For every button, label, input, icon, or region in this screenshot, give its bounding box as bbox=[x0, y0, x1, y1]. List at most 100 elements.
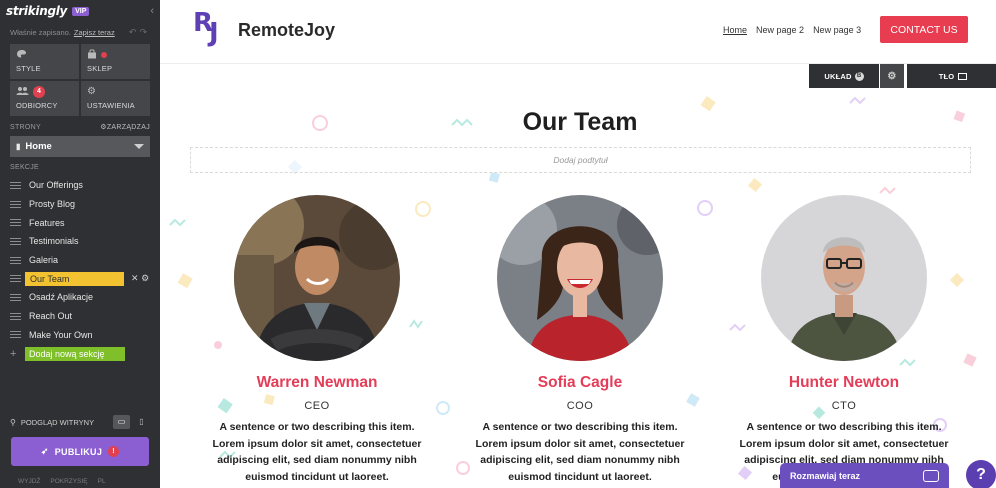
page-file-icon: ▮ bbox=[16, 142, 21, 151]
site-preview-row: ⚲ PODGLĄD WITRYNY ▭ ▯ bbox=[0, 413, 160, 431]
brand-name[interactable]: RemoteJoy bbox=[238, 20, 335, 41]
publish-button[interactable]: ➶ PUBLIKUJ ! bbox=[11, 437, 149, 466]
shop-icon bbox=[87, 49, 144, 63]
member-role[interactable]: COO bbox=[470, 400, 690, 412]
save-now-link[interactable]: Zapisz teraz bbox=[74, 28, 115, 37]
section-item[interactable]: Galeria bbox=[0, 251, 160, 270]
section-layout-toolbar: UKŁAD B ⚙ TŁO bbox=[809, 64, 996, 88]
site-navbar: RJ RemoteJoy Home New page 2 New page 3 … bbox=[160, 0, 996, 64]
save-status-text: Właśnie zapisano. bbox=[10, 27, 71, 37]
editor-sidebar: strikingly VIP ‹ Właśnie zapisano. Zapis… bbox=[0, 0, 160, 488]
plus-icon: + bbox=[10, 347, 17, 360]
chat-bubble-icon bbox=[923, 469, 939, 482]
layout-button[interactable]: UKŁAD B bbox=[809, 64, 879, 88]
shop-tile-label: SKLEP bbox=[87, 64, 113, 73]
background-label: TŁO bbox=[938, 71, 955, 81]
warning-badge: ! bbox=[108, 446, 120, 457]
current-page-label: Home bbox=[25, 141, 52, 152]
background-button[interactable]: TŁO bbox=[907, 64, 996, 88]
section-label: Features bbox=[29, 217, 65, 228]
section-label: Prosty Blog bbox=[29, 199, 76, 210]
section-gear-icon[interactable]: ⚙ bbox=[880, 64, 904, 88]
section-item[interactable]: Make Your Own bbox=[0, 326, 160, 345]
drag-handle-icon[interactable] bbox=[10, 219, 21, 227]
shop-tile[interactable]: SKLEP bbox=[81, 44, 150, 79]
drag-handle-icon[interactable] bbox=[10, 275, 21, 283]
gear-icon: ⚙ bbox=[87, 86, 96, 97]
share-link[interactable]: POKRZYSIĘ bbox=[50, 478, 87, 488]
undo-redo-icons[interactable]: ↶↷ bbox=[129, 27, 150, 38]
save-status-row: Właśnie zapisano. Zapisz teraz ↶↷ bbox=[0, 22, 160, 42]
sections-list: Our Offerings Prosty Blog Features Testi… bbox=[0, 176, 160, 363]
section-item[interactable]: Prosty Blog bbox=[0, 195, 160, 214]
strikingly-logo: strikingly bbox=[6, 4, 68, 18]
section-label: Our Offerings bbox=[29, 180, 83, 191]
sidebar-footer: WYJDŹ POKRZYSIĘ PL bbox=[0, 478, 160, 488]
site-preview-label[interactable]: PODGLĄD WITRYNY bbox=[21, 418, 94, 427]
section-item[interactable]: Reach Out bbox=[0, 307, 160, 326]
member-name[interactable]: Hunter Newton bbox=[734, 374, 954, 392]
member-description[interactable]: A sentence or two describing this item. … bbox=[212, 419, 422, 485]
drag-handle-icon[interactable] bbox=[10, 200, 21, 208]
drag-handle-icon[interactable] bbox=[10, 312, 21, 320]
drag-handle-icon[interactable] bbox=[10, 293, 21, 301]
member-photo[interactable] bbox=[234, 195, 400, 361]
section-item[interactable]: Osadź Aplikacje bbox=[0, 288, 160, 307]
drag-handle-icon[interactable] bbox=[10, 181, 21, 189]
exit-link[interactable]: WYJDŹ bbox=[18, 478, 40, 488]
section-item-active[interactable]: Our Team ✕ ⚙ bbox=[0, 269, 160, 288]
desktop-icon[interactable]: ▭ bbox=[113, 415, 130, 429]
member-photo[interactable] bbox=[497, 195, 663, 361]
vip-badge: VIP bbox=[72, 6, 90, 16]
nav-link-home[interactable]: Home bbox=[723, 25, 747, 35]
editor-tiles: STYLE SKLEP 4 ODBIORCY ⚙ USTAWIENIA bbox=[10, 44, 150, 116]
delete-section-icon[interactable]: ✕ bbox=[131, 273, 139, 283]
settings-tile[interactable]: ⚙ USTAWIENIA bbox=[81, 81, 150, 116]
rocket-icon: ➶ bbox=[40, 446, 49, 456]
member-name[interactable]: Sofia Cagle bbox=[470, 374, 690, 392]
section-item[interactable]: Our Offerings bbox=[0, 176, 160, 195]
drag-handle-icon[interactable] bbox=[10, 256, 21, 264]
chat-now-label: Rozmawiaj teraz bbox=[790, 470, 861, 481]
add-section-button[interactable]: + Dodaj nową sekcję bbox=[0, 344, 160, 363]
mobile-icon[interactable]: ▯ bbox=[133, 415, 150, 429]
collapse-sidebar-icon[interactable]: ‹ bbox=[150, 5, 154, 17]
pages-header: STRONY ⚙ZARZĄDZAJ bbox=[0, 120, 160, 134]
language-link[interactable]: PL bbox=[98, 478, 106, 488]
search-icon: ⚲ bbox=[10, 417, 16, 427]
add-section-label: Dodaj nową sekcję bbox=[25, 346, 125, 361]
team-member-card: Warren Newman CEO A sentence or two desc… bbox=[207, 195, 427, 485]
section-label: Testimonials bbox=[29, 236, 79, 247]
member-description[interactable]: A sentence or two describing this item. … bbox=[475, 419, 685, 485]
brand-logo[interactable]: RJ bbox=[193, 10, 219, 46]
site-preview: RJ RemoteJoy Home New page 2 New page 3 … bbox=[160, 0, 996, 488]
device-toggle: ▭ ▯ bbox=[113, 415, 150, 429]
publish-label: PUBLIKUJ bbox=[54, 446, 103, 457]
manage-pages-link[interactable]: ⚙ZARZĄDZAJ bbox=[100, 123, 150, 131]
section-item[interactable]: Features bbox=[0, 213, 160, 232]
help-button[interactable]: ? bbox=[966, 460, 996, 488]
section-label: Make Your Own bbox=[29, 329, 93, 340]
subtitle-placeholder[interactable]: Dodaj podtytuł bbox=[190, 147, 971, 173]
nav-link-page-2[interactable]: New page 2 bbox=[756, 25, 804, 35]
drag-handle-icon[interactable] bbox=[10, 331, 21, 339]
drag-handle-icon[interactable] bbox=[10, 237, 21, 245]
nav-link-page-3[interactable]: New page 3 bbox=[813, 25, 861, 35]
section-settings-icon[interactable]: ⚙ bbox=[141, 273, 149, 283]
member-role[interactable]: CTO bbox=[734, 400, 954, 412]
chevron-down-icon bbox=[134, 144, 144, 149]
section-title[interactable]: Our Team bbox=[160, 108, 996, 137]
section-item[interactable]: Testimonials bbox=[0, 232, 160, 251]
site-nav-links: Home New page 2 New page 3 bbox=[723, 25, 861, 35]
editor-app: strikingly VIP ‹ Właśnie zapisano. Zapis… bbox=[0, 0, 996, 488]
chat-now-widget[interactable]: Rozmawiaj teraz bbox=[780, 463, 949, 488]
section-label: Osadź Aplikacje bbox=[29, 292, 94, 303]
contact-us-button[interactable]: CONTACT US bbox=[880, 16, 968, 43]
section-label: Galeria bbox=[29, 255, 59, 266]
member-name[interactable]: Warren Newman bbox=[207, 374, 427, 392]
member-role[interactable]: CEO bbox=[207, 400, 427, 412]
member-photo[interactable] bbox=[761, 195, 927, 361]
style-tile[interactable]: STYLE bbox=[10, 44, 79, 79]
audience-tile[interactable]: 4 ODBIORCY bbox=[10, 81, 79, 116]
page-selector[interactable]: ▮ Home bbox=[10, 136, 150, 157]
